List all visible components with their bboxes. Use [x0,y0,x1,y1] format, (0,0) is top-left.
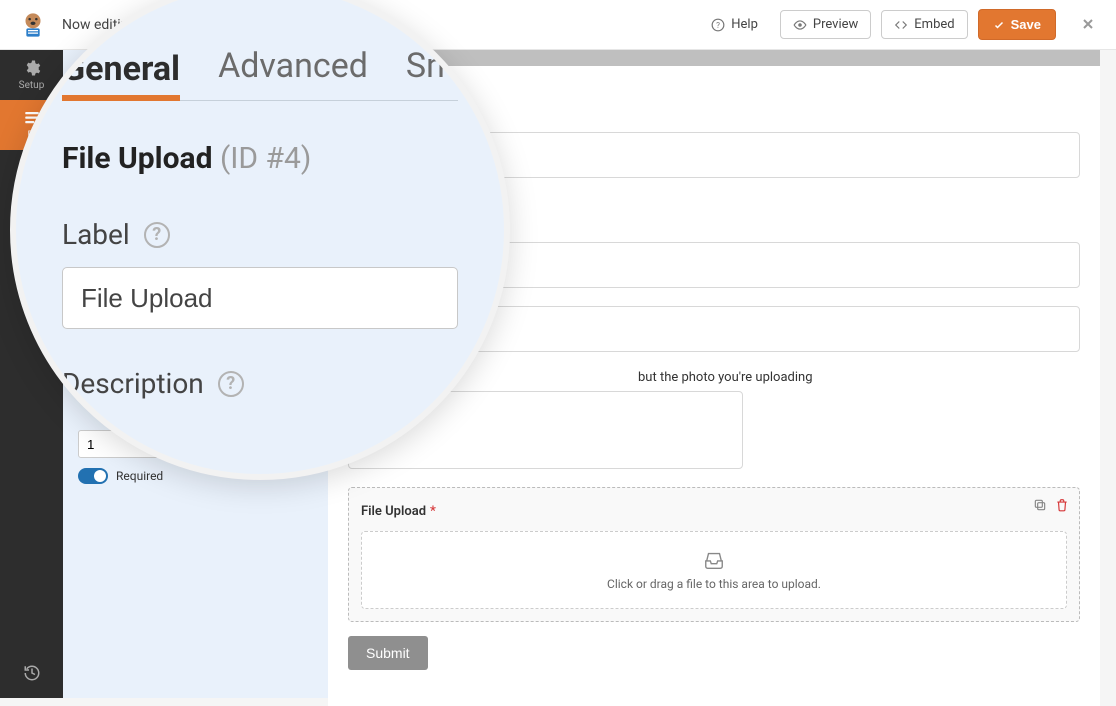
description-field-label: Description [62,367,204,400]
wpforms-logo [16,8,50,42]
code-icon [894,18,908,32]
embed-button[interactable]: Embed [881,10,967,39]
label-input[interactable] [62,267,458,329]
rail-history[interactable] [0,648,63,698]
required-marker: * [430,504,436,519]
close-icon [1080,16,1096,32]
trash-icon [1055,498,1069,512]
label-field-label: Label [62,218,130,251]
submit-button[interactable]: Submit [348,636,428,670]
zoom-lens: General Advanced Sm File Upload (ID #4) … [10,0,510,480]
tab-advanced[interactable]: Advanced [218,46,368,92]
description-help-icon[interactable]: ? [218,371,244,397]
upload-hint: Click or drag a file to this area to upl… [607,577,821,591]
help-link[interactable]: ? Help [699,11,770,38]
inbox-icon [701,549,727,571]
file-upload-label: File Upload [361,504,426,519]
preview-button[interactable]: Preview [780,10,871,39]
gear-icon [23,59,41,77]
check-icon [993,19,1005,31]
required-toggle[interactable] [78,468,108,484]
eye-icon [793,18,807,32]
file-upload-field[interactable]: File Upload * Click or drag a file to thi… [348,487,1080,622]
required-label: Required [116,469,163,483]
help-circle-icon: ? [711,18,725,32]
close-button[interactable] [1076,9,1100,41]
history-icon [23,664,41,682]
field-options-heading: File Upload (ID #4) [62,141,458,176]
upload-dropzone[interactable]: Click or drag a file to this area to upl… [361,531,1067,609]
label-help-icon[interactable]: ? [144,222,170,248]
svg-text:?: ? [716,19,720,29]
tab-general[interactable]: General [62,49,180,101]
copy-icon [1033,498,1047,512]
save-button[interactable]: Save [978,9,1056,40]
delete-field-button[interactable] [1055,498,1069,516]
duplicate-field-button[interactable] [1033,498,1047,516]
